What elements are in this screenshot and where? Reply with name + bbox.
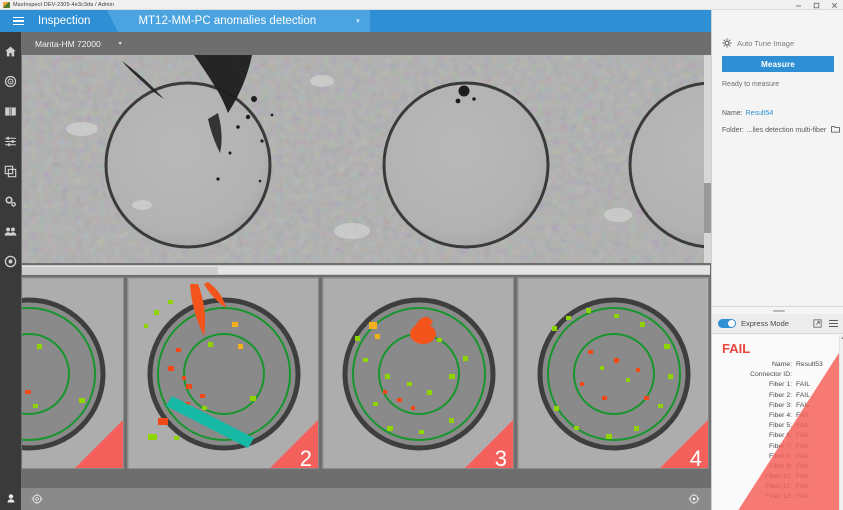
hamburger-icon[interactable] (0, 10, 36, 32)
user-icon (7, 494, 14, 503)
panel-divider (712, 306, 843, 307)
gear-icon (5, 196, 16, 207)
fiber-thumbnail-4[interactable]: 4 (517, 277, 709, 469)
application-window: MaxInspect DEV-2305-4e3c3da / Admin Insp… (0, 0, 843, 510)
express-mode-bar: Express Mode (712, 314, 843, 334)
results-rows: Name: Result53 Connector ID: Fiber 1: FAIL… (714, 361, 836, 500)
results-scrollbar[interactable]: ▲ ▼ (839, 335, 843, 510)
os-title-bar: MaxInspect DEV-2305-4e3c3da / Admin (0, 0, 843, 10)
user-account-button[interactable] (0, 488, 21, 510)
settings-target-icon[interactable] (687, 492, 701, 506)
result-row: Fiber 6: FAIL (768, 432, 810, 440)
viewer-vertical-scrollbar[interactable] (704, 55, 711, 263)
sidebar-item-parameters[interactable] (0, 131, 21, 152)
camera-select[interactable]: Manta-HM 72000 ▾ (31, 36, 126, 51)
measure-panel: Auto Tune Image Measure Ready to measure… (712, 32, 843, 304)
image-viewer: Manta-HM 72000 ▾ 2 3 4 (21, 32, 711, 488)
results-list[interactable]: FAIL Name: Result53 Connector ID: Fiber 1… (712, 335, 843, 510)
result-name-value[interactable]: Result54 (746, 110, 774, 117)
auto-tune-label: Auto Tune Image (737, 38, 795, 48)
sliders-icon (5, 136, 16, 147)
users-icon (4, 227, 17, 236)
gear-icon (722, 38, 732, 48)
viewer-horizontal-scrollbar[interactable] (22, 265, 710, 275)
panel-resize-grip[interactable] (773, 310, 785, 312)
sidebar-item-inspection[interactable] (0, 71, 21, 92)
result-row: Fiber 12: FAIL (765, 493, 810, 501)
main-microscope-image[interactable] (22, 55, 710, 263)
fiber-thumbnail-strip: 2 3 4 (22, 277, 710, 474)
chevron-down-icon[interactable]: ▾ (316, 17, 360, 25)
result-row: Name: Result53 (771, 361, 823, 368)
result-name-key: Name: (722, 110, 743, 117)
sidebar-rail (0, 32, 21, 488)
chevron-down-icon: ▾ (118, 41, 122, 47)
result-row: Fiber 7: FAIL (768, 442, 810, 450)
result-row: Fiber 8: FAIL (768, 452, 810, 460)
sidebar-item-support[interactable] (0, 251, 21, 272)
result-row: Fiber 1: FAIL (768, 381, 810, 389)
book-icon (5, 106, 16, 117)
result-folder-row: Folder: ...lies detection multi-fiber (722, 125, 843, 135)
result-row: Fiber 5: FAIL (768, 422, 810, 430)
os-window-title: MaxInspect DEV-2305-4e3c3da / Admin (13, 1, 115, 8)
calibration-target-icon[interactable] (30, 492, 44, 506)
external-link-icon[interactable] (813, 315, 822, 333)
camera-select-value: Manta-HM 72000 (35, 38, 101, 49)
lifebuoy-icon (4, 255, 17, 268)
sidebar-item-templates[interactable] (0, 161, 21, 182)
fiber-number-label: 4 (689, 446, 702, 469)
minimize-button[interactable] (789, 0, 807, 10)
maximize-button[interactable] (807, 0, 825, 10)
result-row: Connector ID: (750, 371, 792, 379)
express-mode-label: Express Mode (741, 319, 789, 328)
tab-label: MT12-MM-PC anomalies detection (138, 15, 317, 27)
sidebar-item-users[interactable] (0, 221, 21, 242)
folder-icon[interactable] (831, 125, 841, 135)
viewer-toolbar: Manta-HM 72000 ▾ (21, 32, 711, 55)
result-row: Fiber 3: FAIL (768, 401, 810, 409)
sidebar-item-home[interactable] (0, 41, 21, 62)
result-folder-key: Folder: (722, 126, 744, 134)
sidebar-item-library[interactable] (0, 101, 21, 122)
fiber-endface-image (22, 55, 710, 263)
measure-status-text: Ready to measure (722, 81, 780, 88)
hamburger-menu-icon[interactable] (829, 319, 838, 328)
measure-button[interactable]: Measure (722, 56, 834, 72)
tab-anomalies-detection[interactable]: MT12-MM-PC anomalies detection ▾ (107, 10, 370, 32)
home-icon (5, 46, 16, 57)
status-bar (0, 488, 711, 510)
vertical-scroll-thumb[interactable] (704, 183, 711, 233)
fiber-thumbnail-3[interactable]: 3 (322, 277, 514, 469)
result-row: Fiber 10: FAIL (765, 473, 810, 481)
result-row: Fiber 9: FAIL (768, 462, 810, 470)
express-mode-toggle[interactable] (718, 319, 736, 328)
page-title: Inspection (38, 15, 91, 27)
result-row: Fiber 2: FAIL (768, 391, 810, 399)
fail-corner-badge (75, 420, 123, 468)
horizontal-scroll-thumb[interactable] (22, 267, 218, 274)
right-panel: Auto Tune Image Measure Ready to measure… (711, 10, 843, 510)
results-content: FAIL Name: Result53 Connector ID: Fiber 1… (712, 335, 843, 500)
result-name-row: Name: Result54 (722, 110, 843, 117)
result-folder-value: ...lies detection multi-fiber (746, 126, 827, 134)
result-row: Fiber 11: FAIL (765, 483, 810, 491)
overall-verdict: FAIL (722, 341, 751, 356)
window-controls (789, 0, 843, 10)
copy-icon (4, 165, 17, 178)
result-row: Fiber 4: FAIL (768, 411, 810, 419)
fiber-number-label: 3 (494, 446, 507, 469)
app-logo-icon (3, 1, 10, 8)
sidebar-item-configuration[interactable] (0, 191, 21, 212)
auto-tune-image-row[interactable]: Auto Tune Image (712, 32, 843, 48)
fiber-thumbnail-1[interactable] (22, 277, 124, 469)
target-icon (4, 75, 17, 88)
close-button[interactable] (825, 0, 843, 10)
fiber-number-label: 2 (299, 446, 312, 469)
fiber-thumbnail-2[interactable]: 2 (127, 277, 319, 469)
